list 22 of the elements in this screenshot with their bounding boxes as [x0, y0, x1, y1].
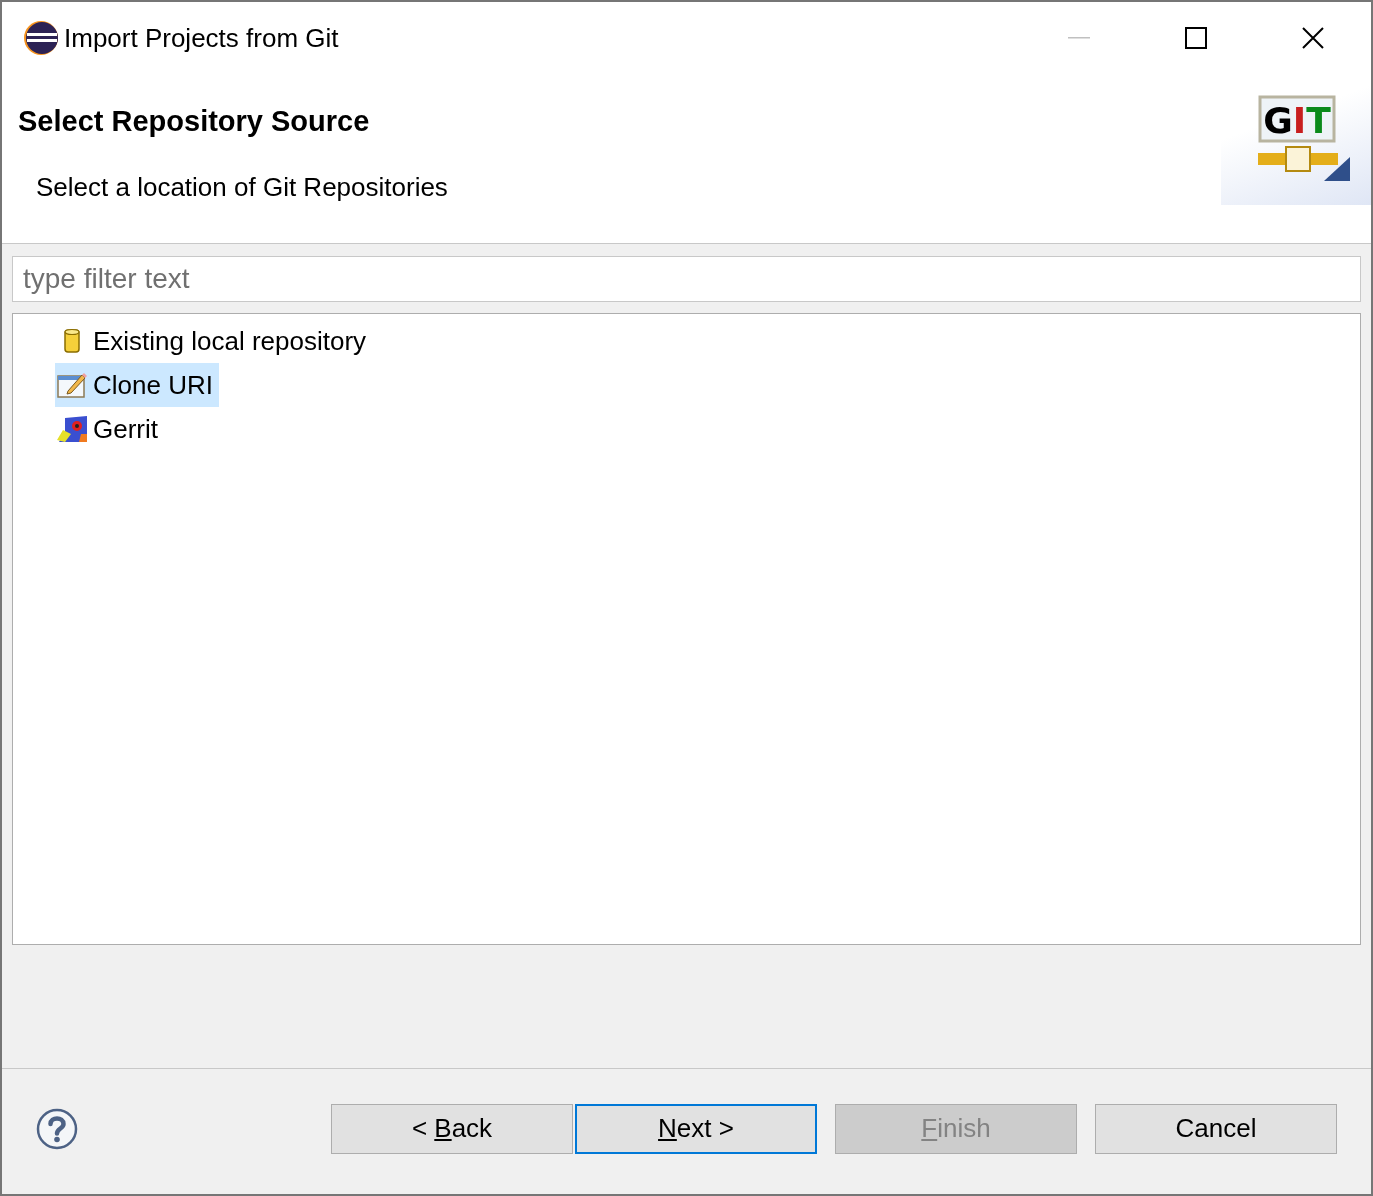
filter-field[interactable]: type filter text — [12, 256, 1361, 302]
dialog-button[interactable]: < Back — [331, 1103, 573, 1154]
tree-item-label: Existing local repository — [93, 324, 367, 358]
window-title: Import Projects from Git — [64, 21, 339, 55]
eclipse-logo-icon — [22, 19, 60, 57]
page-description: Select a location of Git Repositories — [35, 170, 448, 204]
tree-item-label: Gerrit — [93, 412, 158, 446]
pencil-window-icon — [56, 371, 88, 399]
bird-icon — [55, 414, 89, 444]
minimize-icon — [1067, 37, 1090, 39]
tree-item[interactable]: Gerrit — [55, 407, 164, 451]
tree-item[interactable]: Existing local repository — [55, 319, 373, 363]
help-button[interactable] — [36, 1107, 78, 1150]
dialog-button[interactable]: Next > — [575, 1103, 817, 1154]
page-title: Select Repository Source — [18, 104, 371, 139]
logo-text: GIT — [1263, 100, 1331, 141]
tree-item-label: Clone URI — [93, 368, 213, 402]
tree-item[interactable]: Clone URI — [55, 363, 219, 407]
maximize-icon — [1184, 27, 1207, 49]
dialog-button[interactable]: Cancel — [1095, 1103, 1337, 1154]
close-icon — [1301, 27, 1324, 49]
cylinder-icon — [62, 327, 82, 355]
